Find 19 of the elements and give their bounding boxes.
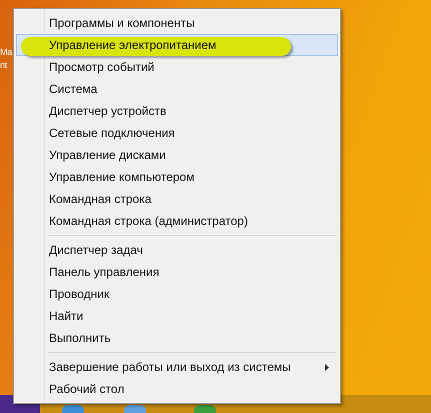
- menu-item[interactable]: Выполнить: [16, 327, 338, 349]
- menu-item[interactable]: Сетевые подключения: [16, 122, 338, 144]
- icon-label: nt: [0, 59, 8, 72]
- icon-label: Ma: [0, 46, 12, 59]
- menu-item[interactable]: Командная строка (администратор): [16, 210, 338, 232]
- menu-item[interactable]: Панель управления: [16, 261, 338, 283]
- menu-item[interactable]: Проводник: [16, 283, 338, 305]
- menu-item[interactable]: Командная строка: [16, 188, 338, 210]
- menu-item[interactable]: Управление электропитанием: [16, 34, 338, 56]
- menu-item[interactable]: Рабочий стол: [16, 378, 338, 400]
- menu-item[interactable]: Управление компьютером: [16, 166, 338, 188]
- menu-item[interactable]: Диспетчер устройств: [16, 100, 338, 122]
- menu-item[interactable]: Диспетчер задач: [16, 239, 338, 261]
- menu-item[interactable]: Найти: [16, 305, 338, 327]
- menu-item[interactable]: Управление дисками: [16, 144, 338, 166]
- menu-item[interactable]: Просмотр событий: [16, 56, 338, 78]
- menu-item[interactable]: Программы и компоненты: [16, 12, 338, 34]
- menu-item[interactable]: Завершение работы или выход из системы: [16, 356, 338, 378]
- menu-item[interactable]: Система: [16, 78, 338, 100]
